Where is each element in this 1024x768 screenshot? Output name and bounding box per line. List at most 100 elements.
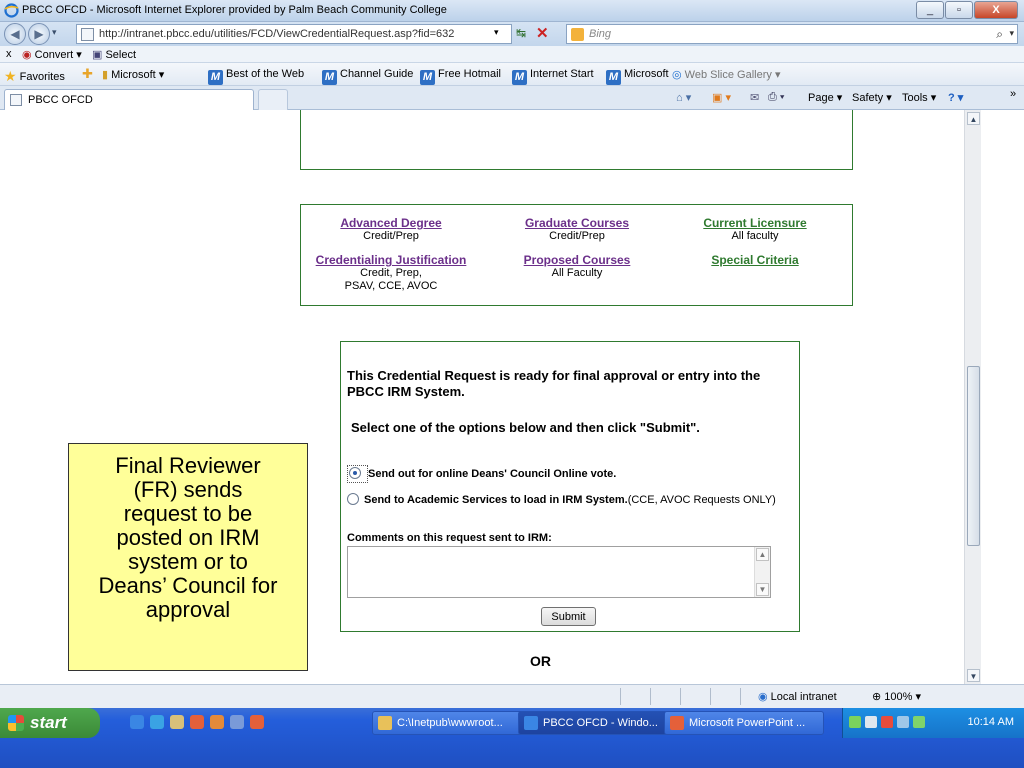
help-icon[interactable]: ? ▾ <box>948 91 963 104</box>
new-tab-button[interactable] <box>258 89 288 110</box>
page-scrollbar[interactable]: ▲ ▼ <box>964 110 981 684</box>
rss-feed-icon[interactable]: ▣ ▾ <box>712 91 731 104</box>
graduate-courses-sub: Credit/Prep <box>549 230 605 242</box>
option-academic-services-label: Send to Academic Services to load in IRM… <box>364 494 628 506</box>
page-menu[interactable]: Page ▾ <box>808 91 842 104</box>
current-licensure-link[interactable]: Current Licensure <box>665 217 845 230</box>
close-window-button[interactable]: X <box>974 1 1018 19</box>
tab-pbcc-ofcd[interactable]: PBCC OFCD <box>4 89 254 110</box>
search-dropdown-icon[interactable]: ▾ <box>1009 28 1014 39</box>
task-ie-pbcc-ofcd[interactable]: PBCC OFCD - Windo... <box>518 711 668 735</box>
search-box[interactable]: Bing ⌕ ▾ <box>566 24 1018 44</box>
special-criteria-link[interactable]: Special Criteria <box>665 254 845 267</box>
bing-logo-icon <box>571 28 584 41</box>
security-zone[interactable]: ◉ Local intranet <box>758 690 837 703</box>
quicklaunch-explorer-icon[interactable] <box>170 715 184 729</box>
safety-menu[interactable]: Safety ▾ <box>852 91 892 104</box>
msn-icon: M <box>512 70 527 85</box>
forward-button[interactable]: ▶ <box>28 23 50 45</box>
option-academic-services[interactable]: Send to Academic Services to load in IRM… <box>347 493 797 507</box>
scrollbar-thumb[interactable] <box>967 366 980 546</box>
toolbar-overflow-icon[interactable]: » <box>1010 88 1016 100</box>
back-button[interactable]: ◀ <box>4 23 26 45</box>
quicklaunch-app-icon[interactable] <box>230 715 244 729</box>
proposed-courses-link[interactable]: Proposed Courses <box>487 254 667 267</box>
favorite-microsoft[interactable]: M Microsoft <box>606 68 669 85</box>
update-icon[interactable] <box>913 716 925 728</box>
quicklaunch-app-icon[interactable] <box>210 715 224 729</box>
recent-pages-dropdown-icon[interactable]: ▾ <box>52 27 57 38</box>
favorite-channel-guide[interactable]: M Channel Guide <box>322 68 413 85</box>
link-cell-advanced-degree: Advanced Degree Credit/Prep <box>301 217 481 243</box>
select-button[interactable]: ▣ Select <box>92 48 136 61</box>
taskbar: start C:\Inetpub\wwwroot... PBCC OFCD - … <box>0 708 1024 768</box>
comments-textarea[interactable]: ▲ ▼ <box>347 546 771 598</box>
previous-section-box <box>300 110 853 170</box>
deans-council-radio[interactable] <box>349 467 361 479</box>
callout-line: (FR) sends <box>133 477 243 502</box>
quicklaunch-media-icon[interactable] <box>190 715 204 729</box>
start-button[interactable]: start <box>0 708 100 738</box>
proposed-courses-sub: All Faculty <box>551 267 603 279</box>
callout-line: Deans’ Council for <box>98 573 278 598</box>
credentialing-justification-link[interactable]: Credentialing Justification <box>301 254 481 267</box>
mail-icon[interactable]: ✉ <box>750 91 759 104</box>
address-dropdown-icon[interactable]: ▾ <box>494 27 499 38</box>
favorite-internet-start[interactable]: M Internet Start <box>512 68 594 85</box>
window-right-gutter <box>981 110 1024 684</box>
select-icon: ▣ <box>92 49 103 61</box>
zoom-icon: ⊕ <box>872 691 882 703</box>
network-signal-icon[interactable] <box>849 716 861 728</box>
minimize-button[interactable]: _ <box>916 1 944 19</box>
scroll-up-icon[interactable]: ▲ <box>967 112 980 125</box>
quicklaunch-ie-icon[interactable] <box>130 715 144 729</box>
page-content: Advanced Degree Credit/Prep Graduate Cou… <box>0 110 964 684</box>
print-icon[interactable]: ⎙ ▾ <box>768 91 784 104</box>
tools-menu[interactable]: Tools ▾ <box>902 91 936 104</box>
comments-scrollbar[interactable]: ▲ ▼ <box>754 547 770 597</box>
close-toolbar-button[interactable]: x <box>6 48 12 60</box>
credentialing-justification-sub: Credit, Prep, <box>360 267 422 279</box>
option-deans-council[interactable]: Send out for online Deans' Council Onlin… <box>347 465 797 483</box>
favorite-microsoft-dropdown[interactable]: ▮ Microsoft ▾ <box>102 68 164 81</box>
window-title-bar[interactable]: PBCC OFCD - Microsoft Internet Explorer … <box>0 0 1024 22</box>
link-cell-graduate-courses: Graduate Courses Credit/Prep <box>487 217 667 243</box>
favorite-free-hotmail[interactable]: M Free Hotmail <box>420 68 501 85</box>
task-powerpoint[interactable]: Microsoft PowerPoint ... <box>664 711 824 735</box>
security-icon[interactable] <box>881 716 893 728</box>
submit-button[interactable]: Submit <box>541 607 596 626</box>
favorites-bar: ★ Favorites ✚ ▮ Microsoft ▾ M Best of the… <box>0 63 1024 86</box>
scroll-down-icon[interactable]: ▼ <box>756 583 769 596</box>
windows-logo-icon <box>8 715 24 731</box>
address-bar[interactable]: http://intranet.pbcc.edu/utilities/FCD/V… <box>76 24 512 44</box>
task-file-explorer[interactable]: C:\Inetpub\wwwroot... <box>372 711 532 735</box>
advanced-degree-link[interactable]: Advanced Degree <box>301 217 481 230</box>
zoom-level[interactable]: ⊕ 100% ▾ <box>872 690 921 703</box>
msn-icon: M <box>208 70 223 85</box>
academic-services-radio[interactable] <box>347 493 359 505</box>
search-input[interactable]: Bing <box>589 28 611 40</box>
quicklaunch-powerpoint-icon[interactable] <box>250 715 264 729</box>
scroll-up-icon[interactable]: ▲ <box>756 548 769 561</box>
add-favorite-icon[interactable]: ✚ <box>82 66 93 82</box>
home-icon[interactable]: ⌂ ▾ <box>676 91 691 104</box>
radio-focus-ring <box>347 465 368 483</box>
stop-icon[interactable]: ✕ <box>536 24 549 42</box>
current-licensure-sub: All faculty <box>731 230 779 242</box>
status-divider <box>650 688 651 705</box>
graduate-courses-link[interactable]: Graduate Courses <box>487 217 667 230</box>
favorite-web-slice-gallery[interactable]: ◎ Web Slice Gallery ▾ <box>672 68 780 81</box>
refresh-icon[interactable]: ↹ <box>516 26 526 40</box>
maximize-button[interactable]: ▫ <box>945 1 973 19</box>
convert-button[interactable]: ◉ Convert ▾ <box>22 48 82 61</box>
quicklaunch-browser-icon[interactable] <box>150 715 164 729</box>
page-icon <box>10 94 22 106</box>
approval-form: This Credential Request is ready for fin… <box>340 341 800 632</box>
connection-icon[interactable] <box>897 716 909 728</box>
search-icon[interactable]: ⌕ <box>996 27 1003 42</box>
scroll-down-icon[interactable]: ▼ <box>967 669 980 682</box>
favorite-best-of-web[interactable]: M Best of the Web <box>208 68 304 85</box>
address-url[interactable]: http://intranet.pbcc.edu/utilities/FCD/V… <box>99 28 454 40</box>
volume-icon[interactable] <box>865 716 877 728</box>
favorites-button[interactable]: ★ Favorites <box>4 68 65 85</box>
